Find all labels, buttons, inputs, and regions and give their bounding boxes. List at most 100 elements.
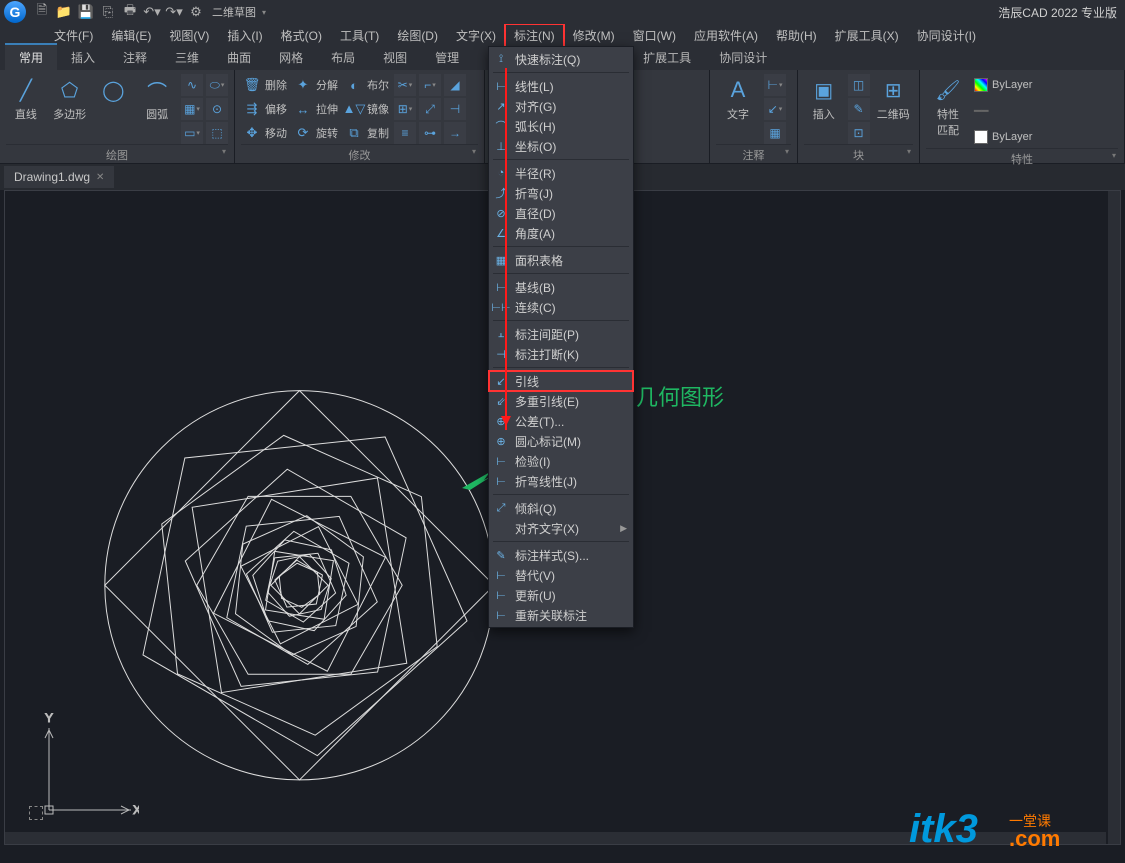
scrollbar-vertical[interactable] — [1107, 191, 1121, 844]
menu-separator — [493, 273, 629, 274]
panel-title-block[interactable]: 块 — [804, 144, 913, 165]
text-button[interactable]: A文字 — [716, 74, 760, 144]
dropdown-item[interactable]: 对齐文字(X)▶ — [489, 518, 633, 538]
menu-collab[interactable]: 协同设计(I) — [909, 25, 984, 46]
qat-undo-icon[interactable]: ↶▾ — [144, 4, 160, 20]
qat-new-icon[interactable]: 🗎 — [34, 4, 50, 20]
panel-title-draw[interactable]: 绘图 — [6, 144, 228, 165]
dropdown-item[interactable]: ⊕圆心标记(M) — [489, 431, 633, 451]
dim-leader-button[interactable]: ↙ — [764, 98, 786, 120]
ribbon-tab[interactable]: 协同设计 — [705, 43, 781, 70]
circle-button[interactable]: ◯ — [94, 74, 134, 144]
mirror-button[interactable]: ▲▽镜像 — [343, 98, 391, 120]
dropdown-item[interactable]: ⟟快速标注(Q) — [489, 49, 633, 69]
delete-button[interactable]: 🗑删除 — [241, 74, 289, 96]
dropdown-item[interactable]: ⊢线性(L) — [489, 76, 633, 96]
edit-block-button[interactable]: ✎ — [848, 98, 870, 120]
move-button[interactable]: ✥移动 — [241, 122, 289, 144]
qat-print-icon[interactable]: 🖶 — [122, 4, 138, 20]
dropdown-item[interactable]: ⊣标注打断(K) — [489, 344, 633, 364]
break-button[interactable]: ⊣ — [444, 98, 466, 120]
menu-item-label: 重新关联标注 — [515, 607, 587, 624]
workspace-switch-icon[interactable]: ⚙ — [188, 4, 204, 20]
lengthen-button[interactable]: → — [444, 122, 466, 144]
ribbon-tab[interactable]: 插入 — [57, 43, 109, 70]
attr-button[interactable]: ⊡ — [848, 122, 870, 144]
region-button[interactable]: ▭ — [181, 122, 203, 144]
dropdown-item[interactable]: ↙引线 — [489, 371, 633, 391]
dropdown-item[interactable]: ⤴折弯(J) — [489, 183, 633, 203]
dropdown-item[interactable]: ⊢更新(U) — [489, 585, 633, 605]
rotate-button[interactable]: ⟳旋转 — [292, 122, 340, 144]
panel-title-modify[interactable]: 修改 — [241, 144, 478, 165]
match-prop-button[interactable]: 🖌特性 匹配 — [926, 74, 970, 148]
scale-button[interactable]: ⤢ — [419, 98, 441, 120]
join-button[interactable]: ⊶ — [419, 122, 441, 144]
stretch-button[interactable]: ↔拉伸 — [292, 98, 340, 120]
close-tab-icon[interactable]: ✕ — [96, 172, 104, 183]
ribbon-tab[interactable]: 曲面 — [213, 43, 265, 70]
doc-tab[interactable]: Drawing1.dwg ✕ — [4, 166, 114, 188]
array-button[interactable]: ⊞ — [394, 98, 416, 120]
trim-button[interactable]: ✂ — [394, 74, 416, 96]
workspace-label[interactable]: 二维草图 — [212, 4, 256, 20]
ribbon-tab[interactable]: 视图 — [369, 43, 421, 70]
dropdown-item[interactable]: ⊘直径(D) — [489, 203, 633, 223]
boolean-button[interactable]: ◐布尔 — [343, 74, 391, 96]
ribbon-tab[interactable]: 扩展工具 — [629, 43, 705, 70]
dropdown-item[interactable]: ⌒弧长(H) — [489, 116, 633, 136]
arc-button[interactable]: ⌒圆弧 — [137, 74, 177, 144]
dropdown-item[interactable]: ⊢重新关联标注 — [489, 605, 633, 625]
point-button[interactable]: ⊙ — [206, 98, 228, 120]
copy-button[interactable]: ⧉复制 — [343, 122, 391, 144]
panel-title-annotate[interactable]: 注释 — [716, 144, 791, 165]
dim-linear-button[interactable]: ⊢ — [764, 74, 786, 96]
hatch-button[interactable]: ▦ — [181, 98, 203, 120]
wipeout-button[interactable]: ⬚ — [206, 122, 228, 144]
qat-save-icon[interactable]: 💾 — [78, 4, 94, 20]
dropdown-item[interactable]: ⊢基线(B) — [489, 277, 633, 297]
align-button[interactable]: ≡ — [394, 122, 416, 144]
fillet-button[interactable]: ⌐ — [419, 74, 441, 96]
ribbon-tab[interactable]: 注释 — [109, 43, 161, 70]
dropdown-item[interactable]: ◔半径(R) — [489, 163, 633, 183]
ribbon-tab[interactable]: 网格 — [265, 43, 317, 70]
dropdown-item[interactable]: ⊢替代(V) — [489, 565, 633, 585]
dropdown-item[interactable]: ↗对齐(G) — [489, 96, 633, 116]
create-block-button[interactable]: ◫ — [848, 74, 870, 96]
dropdown-item[interactable]: ⊢折弯线性(J) — [489, 471, 633, 491]
qat-open-icon[interactable]: 📁 — [56, 4, 72, 20]
dropdown-item[interactable]: ⊥坐标(O) — [489, 136, 633, 156]
dropdown-item[interactable]: ⫠标注间距(P) — [489, 324, 633, 344]
offset-button[interactable]: ⇶偏移 — [241, 98, 289, 120]
menu-ext[interactable]: 扩展工具(X) — [827, 25, 907, 46]
color-dropdown[interactable]: ByLayer — [974, 74, 1032, 96]
polygon-button[interactable]: ⬠多边形 — [50, 74, 90, 144]
qrcode-button[interactable]: ⊞二维码 — [874, 74, 914, 144]
line-button[interactable]: ╱直线 — [6, 74, 46, 144]
spline-button[interactable]: ∿ — [181, 74, 203, 96]
linetype-dropdown[interactable]: ━━ — [974, 100, 1032, 122]
dropdown-item[interactable]: ⊢⊢连续(C) — [489, 297, 633, 317]
explode-button[interactable]: ✦分解 — [292, 74, 340, 96]
dropdown-item[interactable]: ∠角度(A) — [489, 223, 633, 243]
dropdown-item[interactable]: ▦面积表格 — [489, 250, 633, 270]
app-logo-icon[interactable]: G — [4, 1, 26, 23]
panel-title-prop[interactable]: 特性 — [926, 148, 1118, 169]
ribbon-tab[interactable]: 管理 — [421, 43, 473, 70]
dropdown-item[interactable]: ✎标注样式(S)... — [489, 545, 633, 565]
ribbon-tab[interactable]: 常用 — [5, 43, 57, 70]
insert-block-button[interactable]: ▣插入 — [804, 74, 844, 144]
ellipse-button[interactable]: ⬭ — [206, 74, 228, 96]
lineweight-dropdown[interactable]: ByLayer — [974, 126, 1032, 148]
dropdown-item[interactable]: ⤢倾斜(Q) — [489, 498, 633, 518]
qat-saveas-icon[interactable]: ⎘ — [100, 4, 116, 20]
ribbon-tab[interactable]: 布局 — [317, 43, 369, 70]
chamfer-button[interactable]: ◢ — [444, 74, 466, 96]
dropdown-item[interactable]: ⊢检验(I) — [489, 451, 633, 471]
dim-table-button[interactable]: ▦ — [764, 122, 786, 144]
menu-item-label: 弧长(H) — [515, 118, 556, 135]
ribbon-tab[interactable]: 三维 — [161, 43, 213, 70]
dropdown-item[interactable]: ⇙多重引线(E) — [489, 391, 633, 411]
qat-redo-icon[interactable]: ↷▾ — [166, 4, 182, 20]
